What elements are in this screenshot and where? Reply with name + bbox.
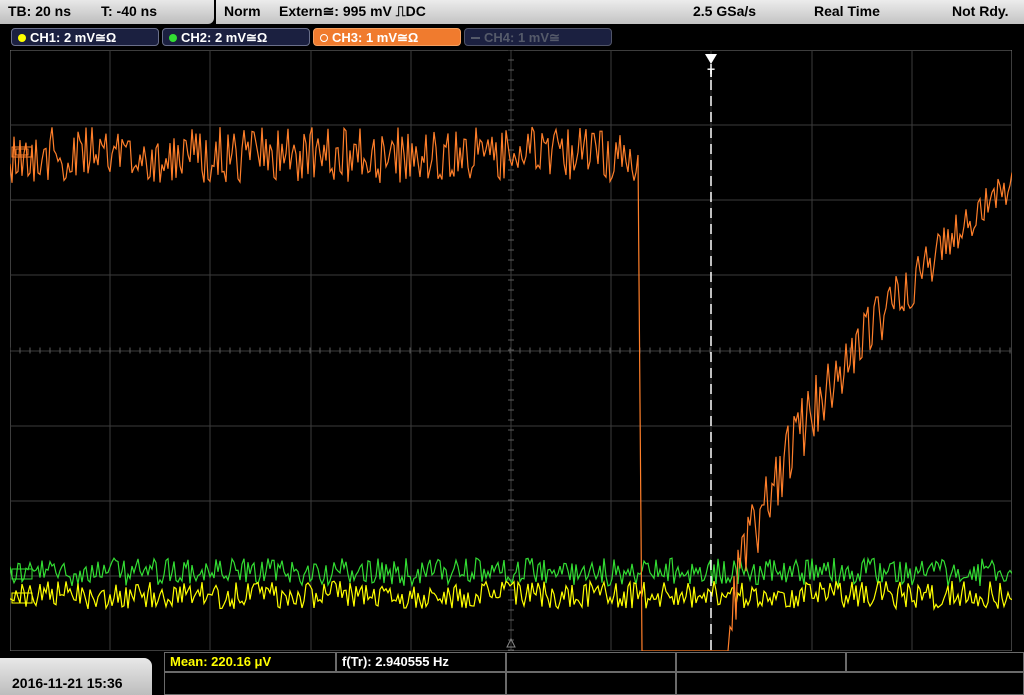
channel-2-label: CH2: 2 mV≅Ω [181,30,268,45]
frequency-measurement[interactable]: f(Tr): 2.940555 Hz [342,654,449,669]
measurement-cell-4[interactable] [676,652,846,672]
trigger-offset-label[interactable]: T: -40 ns [101,3,157,19]
acquisition-panel[interactable]: Norm Extern≅: 995 mV ⎍DC 2.5 GSa/s Real … [216,0,1024,24]
channel-3-button[interactable]: CH3: 1 mV≅Ω [313,28,461,46]
channel-3-label: CH3: 1 mV≅Ω [332,30,419,45]
trigger-marker-label: T [707,66,715,80]
measurement-cell-8[interactable] [676,672,1024,695]
channel-1-button[interactable]: CH1: 2 mV≅Ω [11,28,159,46]
mean-measurement[interactable]: Mean: 220.16 μV [170,654,271,669]
waveform-display[interactable]: T [9,49,1013,652]
channel-1-indicator-icon [18,34,26,42]
measurement-cell-5[interactable] [846,652,1024,672]
run-status-label: Not Rdy. [952,3,1009,19]
sample-rate-label[interactable]: 2.5 GSa/s [693,3,756,19]
channel-1-label: CH1: 2 mV≅Ω [30,30,117,45]
trigger-source-label[interactable]: Extern≅: 995 mV ⎍DC [279,3,426,20]
channel-4-button[interactable]: CH4: 1 mV≅ [464,28,612,46]
acquisition-mode-label[interactable]: Real Time [814,3,880,19]
channel-3-indicator-icon [320,34,328,42]
trigger-mode-label[interactable]: Norm [224,3,261,19]
measurement-bar [0,652,1024,695]
channel-2-button[interactable]: CH2: 2 mV≅Ω [162,28,310,46]
measurement-cell-6[interactable] [164,672,506,695]
channel-2-indicator-icon [169,34,177,42]
channel-4-label: CH4: 1 mV≅ [484,30,560,45]
measurement-cell-3[interactable] [506,652,676,672]
waveform-grid[interactable]: T [9,49,1013,652]
top-status-bar: TB: 20 ns T: -40 ns Norm Extern≅: 995 mV… [0,0,1024,25]
timebase-panel[interactable]: TB: 20 ns T: -40 ns [0,0,214,24]
channel-4-indicator-icon [471,37,480,39]
timebase-label[interactable]: TB: 20 ns [8,3,71,19]
measurement-cell-7[interactable] [506,672,676,695]
channel-bar: CH1: 2 mV≅Ω CH2: 2 mV≅Ω CH3: 1 mV≅Ω CH4:… [0,25,1024,49]
